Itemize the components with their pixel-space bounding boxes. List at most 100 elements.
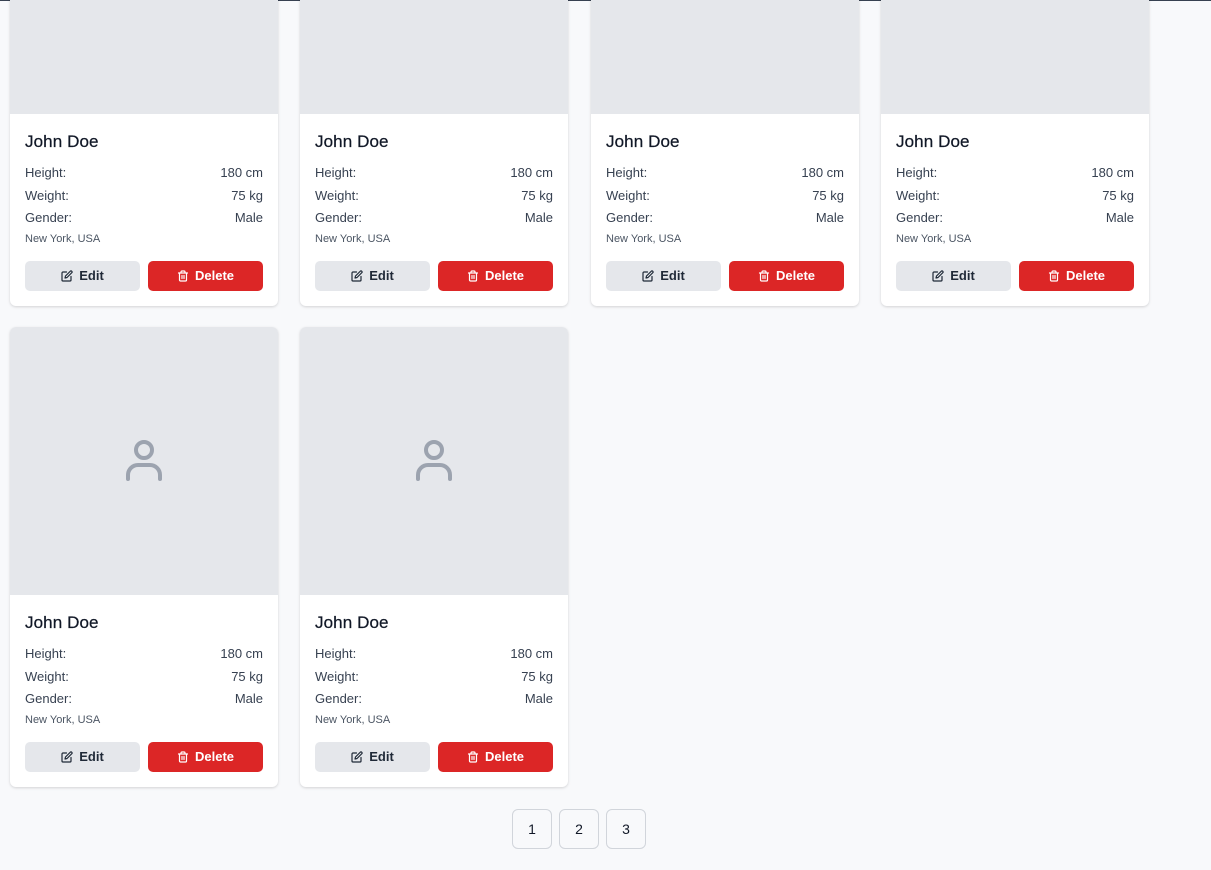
weight-label: Weight:: [25, 668, 69, 684]
location-text: New York, USA: [606, 232, 682, 245]
profile-card: John Doe Height: 180 cm Weight: 75 kg Gend…: [881, 0, 1149, 306]
profile-photo-placeholder: [300, 327, 568, 595]
profile-photo-placeholder: [10, 0, 278, 114]
height-row: Height: 180 cm: [315, 162, 553, 185]
edit-button-label: Edit: [79, 749, 104, 764]
edit-icon: [642, 269, 654, 282]
weight-value: 75 kg: [231, 668, 263, 684]
location-text: New York, USA: [896, 232, 972, 245]
location-text: New York, USA: [315, 713, 391, 726]
weight-value: 75 kg: [231, 187, 263, 203]
edit-icon: [351, 269, 363, 282]
gender-value: Male: [234, 691, 263, 706]
edit-button[interactable]: Edit: [315, 741, 430, 772]
height-row: Height: 180 cm: [606, 162, 844, 185]
edit-button[interactable]: Edit: [25, 260, 140, 291]
profile-name: John Doe: [25, 132, 99, 151]
delete-button[interactable]: Delete: [1019, 260, 1134, 291]
gender-label: Gender:: [25, 691, 72, 706]
delete-button[interactable]: Delete: [148, 260, 263, 291]
card-actions: Edit Delete: [25, 260, 263, 291]
weight-label: Weight:: [315, 668, 359, 684]
height-value: 180 cm: [510, 165, 553, 180]
profile-photo-placeholder: [300, 0, 568, 114]
card-actions: Edit Delete: [606, 260, 844, 291]
trash-icon: [1048, 269, 1060, 282]
profile-name: John Doe: [896, 132, 970, 151]
edit-button[interactable]: Edit: [896, 260, 1011, 291]
card-actions: Edit Delete: [896, 260, 1134, 291]
gender-row: Gender: Male: [315, 688, 553, 711]
gender-label: Gender:: [606, 210, 653, 225]
weight-row: Weight: 75 kg: [25, 666, 263, 689]
height-value: 180 cm: [1091, 165, 1134, 180]
trash-icon: [467, 750, 479, 763]
location-text: New York, USA: [25, 232, 101, 245]
delete-button[interactable]: Delete: [438, 741, 553, 772]
delete-button-label: Delete: [194, 749, 235, 764]
delete-button[interactable]: Delete: [729, 260, 844, 291]
height-row: Height: 180 cm: [896, 162, 1134, 185]
edit-button-label: Edit: [950, 268, 975, 283]
gender-row: Gender: Male: [315, 207, 553, 230]
profile-card: John Doe Height: 180 cm Weight: 75 kg Gend…: [300, 327, 568, 787]
edit-button-label: Edit: [369, 749, 394, 764]
trash-icon: [467, 269, 479, 282]
profile-name: John Doe: [25, 613, 99, 632]
card-actions: Edit Delete: [315, 741, 553, 772]
height-value: 180 cm: [220, 165, 263, 180]
delete-button[interactable]: Delete: [148, 741, 263, 772]
gender-label: Gender:: [896, 210, 943, 225]
edit-icon: [61, 750, 73, 763]
profile-card: John Doe Height: 180 cm Weight: 75 kg Gend…: [300, 0, 568, 306]
weight-row: Weight: 75 kg: [315, 185, 553, 208]
gender-value: Male: [234, 210, 263, 225]
edit-button-label: Edit: [660, 268, 685, 283]
delete-button-label: Delete: [194, 268, 235, 283]
user-icon: [126, 440, 162, 481]
weight-row: Weight: 75 kg: [25, 185, 263, 208]
edit-button[interactable]: Edit: [315, 260, 430, 291]
profile-photo-placeholder: [10, 327, 278, 595]
edit-icon: [932, 269, 944, 282]
weight-label: Weight:: [896, 187, 940, 203]
edit-button-label: Edit: [79, 268, 104, 283]
card-actions: Edit Delete: [25, 741, 263, 772]
height-label: Height:: [315, 165, 357, 180]
delete-button-label: Delete: [484, 268, 525, 283]
edit-button[interactable]: Edit: [25, 741, 140, 772]
gender-row: Gender: Male: [25, 207, 263, 230]
gender-row: Gender: Male: [896, 207, 1134, 230]
height-label: Height:: [25, 165, 67, 180]
height-row: Height: 180 cm: [315, 643, 553, 666]
profile-card: John Doe Height: 180 cm Weight: 75 kg Gend…: [591, 0, 859, 306]
weight-row: Weight: 75 kg: [896, 185, 1134, 208]
height-value: 180 cm: [510, 646, 553, 661]
height-row: Height: 180 cm: [25, 643, 263, 666]
trash-icon: [177, 750, 189, 763]
gender-label: Gender:: [315, 210, 362, 225]
weight-label: Weight:: [315, 187, 359, 203]
profile-name: John Doe: [315, 132, 389, 151]
weight-row: Weight: 75 kg: [315, 666, 553, 689]
card-actions: Edit Delete: [315, 260, 553, 291]
delete-button[interactable]: Delete: [438, 260, 553, 291]
gender-value: Male: [1105, 210, 1134, 225]
height-value: 180 cm: [220, 646, 263, 661]
trash-icon: [177, 269, 189, 282]
weight-value: 75 kg: [521, 668, 553, 684]
page-3-button[interactable]: 3: [606, 809, 646, 849]
height-label: Height:: [896, 165, 938, 180]
weight-value: 75 kg: [1102, 187, 1134, 203]
height-value: 180 cm: [801, 165, 844, 180]
pagination: 1 2 3: [512, 809, 646, 849]
user-icon: [416, 440, 452, 481]
delete-button-label: Delete: [1065, 268, 1106, 283]
page-2-button[interactable]: 2: [559, 809, 599, 849]
page-1-button[interactable]: 1: [512, 809, 552, 849]
gender-row: Gender: Male: [606, 207, 844, 230]
gender-value: Male: [815, 210, 844, 225]
edit-button-label: Edit: [369, 268, 394, 283]
location-text: New York, USA: [25, 713, 101, 726]
edit-button[interactable]: Edit: [606, 260, 721, 291]
